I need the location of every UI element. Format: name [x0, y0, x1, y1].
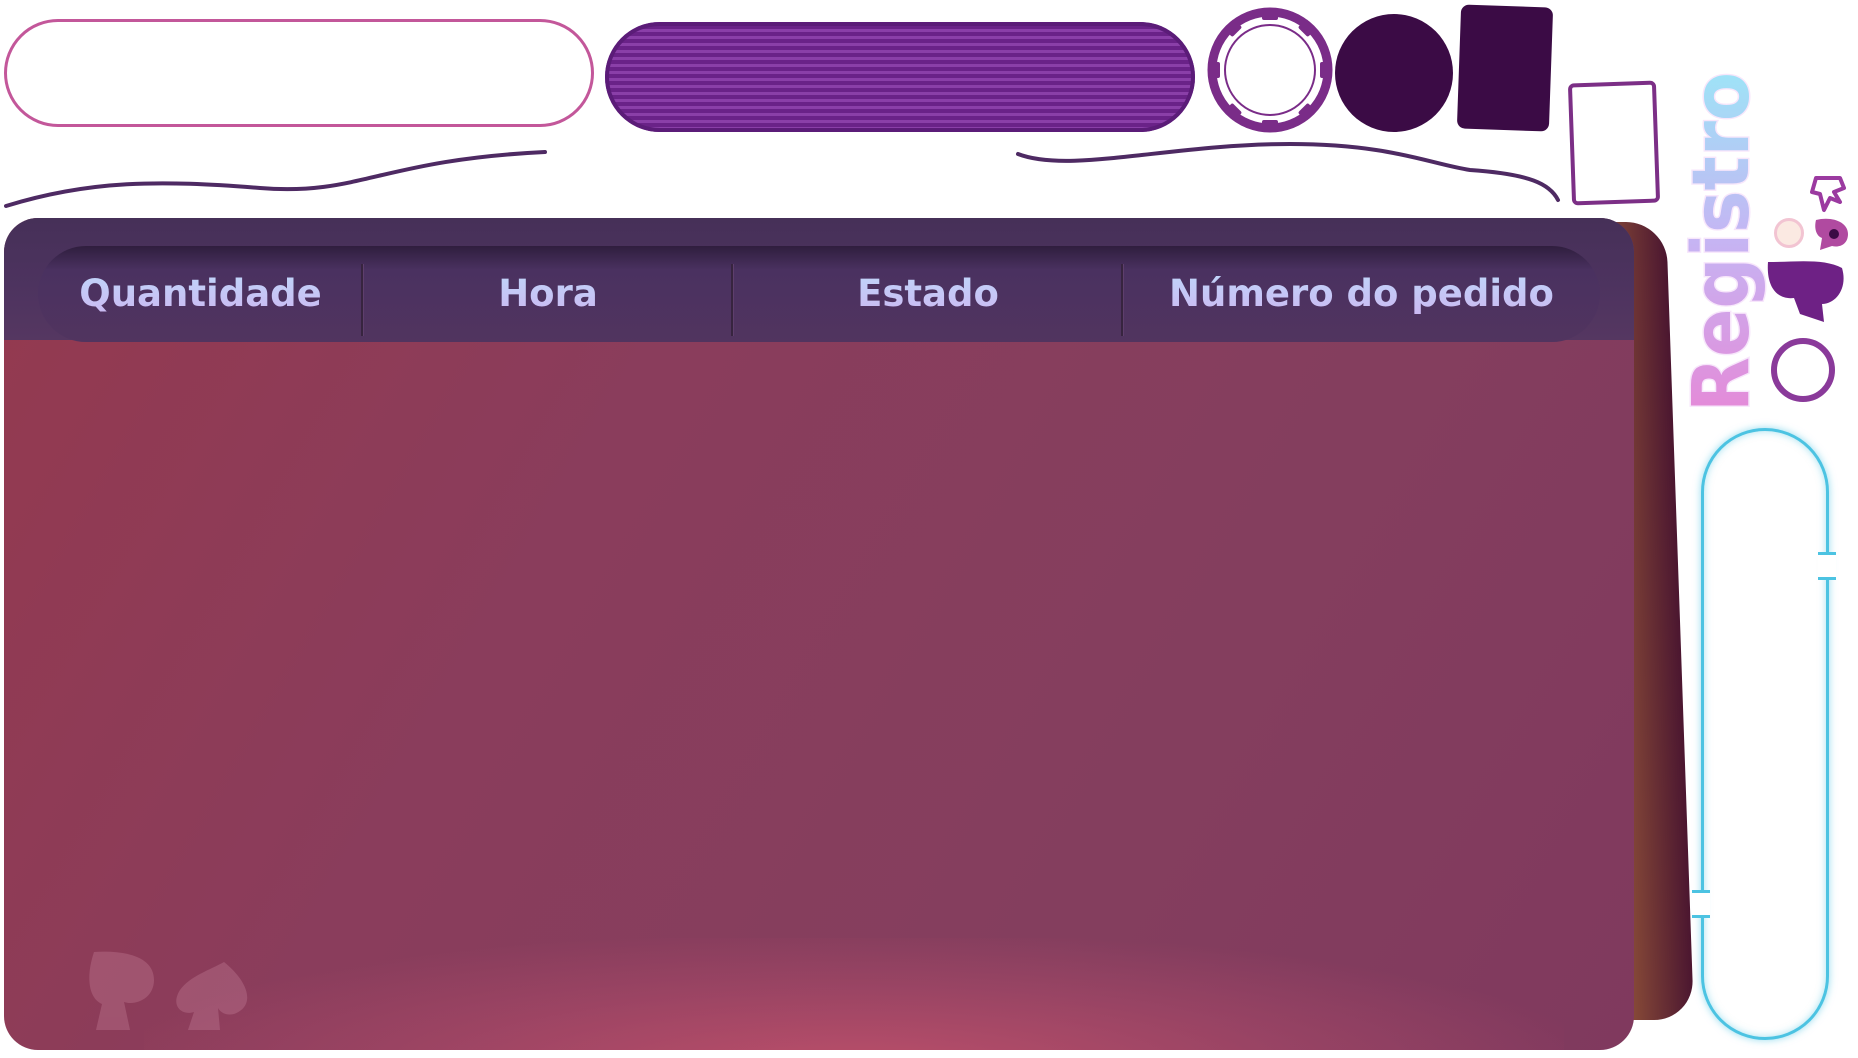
card-back-icon	[1456, 4, 1554, 132]
panel-bottom-glow	[144, 938, 1564, 1050]
registro-title: Registro	[1676, 71, 1769, 414]
column-header-quantity: Quantidade	[38, 246, 363, 342]
spade-watermark-icon	[89, 951, 248, 1030]
scrollbar-notch-top[interactable]	[1818, 552, 1836, 580]
scrollbar-track[interactable]	[1701, 428, 1829, 1040]
side-title-text: Registro	[1677, 72, 1767, 412]
input-pill-outline	[4, 19, 594, 127]
cream-dot-icon	[1774, 218, 1804, 248]
decorative-swoosh-left	[4, 150, 547, 208]
log-panel: Quantidade Hora Estado Número do pedido	[4, 218, 1634, 1050]
spade-icon	[1767, 261, 1844, 322]
decorative-swoosh-right	[1016, 141, 1560, 202]
log-list-area[interactable]	[4, 340, 1634, 938]
column-header-order-number: Número do pedido	[1123, 246, 1600, 342]
column-header-status: Estado	[733, 246, 1123, 342]
spade-chip-small-icon	[1815, 218, 1848, 250]
scrollbar-notch-bottom[interactable]	[1692, 890, 1710, 918]
spade-small-outline-icon	[1810, 176, 1846, 212]
ring-icon	[1771, 338, 1835, 402]
dark-chip-icon	[1335, 14, 1453, 132]
column-header-time: Hora	[363, 246, 733, 342]
poker-chip-icon	[1207, 7, 1333, 133]
table-header: Quantidade Hora Estado Número do pedido	[38, 246, 1600, 342]
striped-pill-bar	[605, 22, 1195, 132]
